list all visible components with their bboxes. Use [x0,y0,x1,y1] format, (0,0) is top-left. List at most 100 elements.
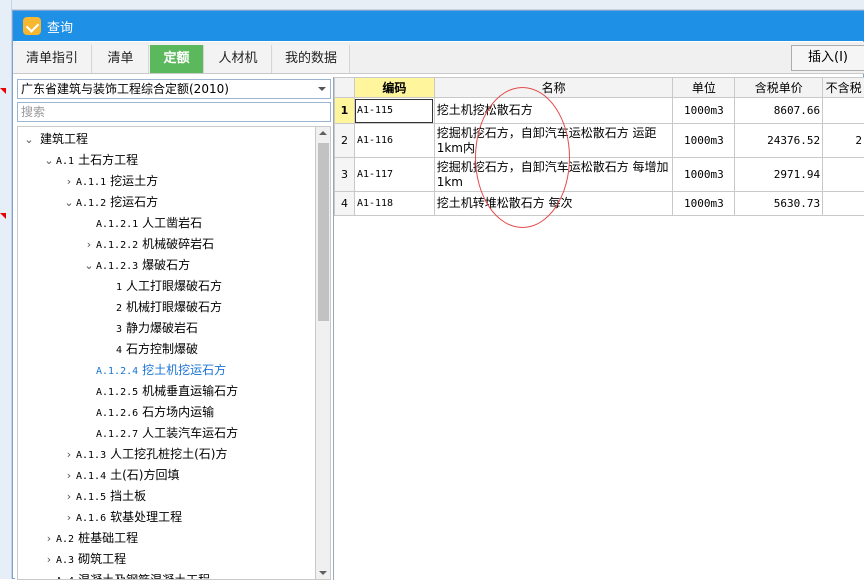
tree-node-code: 4 [116,345,122,356]
tree-node-label: 机械破碎岩石 [142,237,214,251]
row-price-ex-tax[interactable]: 2 [823,124,864,158]
tree-node[interactable]: A.1.2.7人工装汽车运石方 [82,423,238,444]
row-name[interactable]: 挖掘机挖石方，自卸汽车运松散石方 运距1km内 [434,124,673,158]
tree-node[interactable]: ›A.2桩基础工程 [42,528,138,549]
tree-node[interactable]: 3静力爆破岩石 [102,318,198,339]
chevron-right-icon[interactable]: › [62,486,76,507]
header-code[interactable]: 编码 [354,78,434,98]
tree-node-label: 静力爆破岩石 [126,321,198,335]
chevron-right-icon[interactable]: › [62,507,76,528]
tab-bill[interactable]: 清单 [93,45,149,73]
row-code[interactable]: A1-116 [354,124,434,158]
row-index[interactable]: 3 [335,158,355,192]
row-price[interactable]: 8607.66 [735,98,823,124]
tree-node[interactable]: ⌄A.1.2.3爆破石方 [82,255,190,276]
title-bar[interactable]: 查询 [13,11,864,41]
header-price[interactable]: 含税单价 [735,78,823,98]
tab-bill-guide[interactable]: 清单指引 [13,45,92,73]
quota-library-select[interactable]: 广东省建筑与装饰工程综合定额(2010) [17,79,331,99]
header-unit[interactable]: 单位 [673,78,735,98]
insert-button[interactable]: 插入(I) [791,45,864,71]
chevron-down-icon[interactable]: ⌄ [42,150,56,171]
tree-node-code: A.1.2.6 [96,408,138,419]
tree-node[interactable]: ⌄建筑工程 [22,129,88,150]
tab-my-data[interactable]: 我的数据 [273,45,350,73]
tree-node-label: 土石方工程 [78,153,138,167]
row-unit[interactable]: 1000m3 [673,98,735,124]
row-unit[interactable]: 1000m3 [673,124,735,158]
chevron-down-icon[interactable]: ⌄ [22,129,36,150]
tab-quota[interactable]: 定额 [150,45,204,73]
tree-node[interactable]: 1 人工打眼爆破石方 [102,276,222,297]
table-row[interactable]: 1A1-115挖土机挖松散石方1000m38607.66 [335,98,864,124]
search-input[interactable] [17,102,331,122]
chevron-right-icon[interactable]: › [62,465,76,486]
chevron-right-icon[interactable]: › [62,444,76,465]
tree-node-code: A.2 [56,534,74,545]
table-row[interactable]: 3A1-117挖掘机挖石方，自卸汽车运松散石方 每增加1km1000m32971… [335,158,864,192]
header-name[interactable]: 名称 [434,78,673,98]
tree-node[interactable]: ›A.1.2.2机械破碎岩石 [82,234,214,255]
tree-node[interactable]: ⌄A.1土石方工程 [42,150,138,171]
tab-bar: 清单指引 清单 定额 人材机 我的数据 插入(I) [13,42,864,74]
scroll-up-icon[interactable] [319,131,327,135]
row-price[interactable]: 24376.52 [735,124,823,158]
row-index[interactable]: 1 [335,98,355,124]
row-price-ex-tax[interactable] [823,98,864,124]
row-name[interactable]: 挖土机转堆松散石方 每次 [434,192,673,216]
tab-materials[interactable]: 人材机 [205,45,272,73]
row-code[interactable]: A1-118 [354,192,434,216]
quota-table: 编码 名称 单位 含税单价 不含税 1A1-115挖土机挖松散石方1000m38… [334,77,864,216]
chevron-down-icon[interactable] [318,87,326,91]
tree-node[interactable]: ›A.1.3人工挖孔桩挖土(石)方 [62,444,227,465]
row-code[interactable]: A1-117 [354,158,434,192]
row-code[interactable]: A1-115 [354,98,434,124]
tree-node[interactable]: ›A.1.1挖运土方 [62,171,158,192]
tree-node-label: 石方控制爆破 [126,342,198,356]
chevron-right-icon[interactable]: › [62,171,76,192]
tree-node[interactable]: ›A.3砌筑工程 [42,549,126,570]
table-row[interactable]: 4A1-118挖土机转堆松散石方 每次1000m35630.73 [335,192,864,216]
chevron-right-icon[interactable]: › [42,549,56,570]
tree-node[interactable]: 2机械打眼爆破石方 [102,297,222,318]
row-index[interactable]: 2 [335,124,355,158]
row-name[interactable]: 挖掘机挖石方，自卸汽车运松散石方 每增加1km [434,158,673,192]
chevron-right-icon[interactable]: › [42,528,56,549]
row-price[interactable]: 5630.73 [735,192,823,216]
header-price-ex-tax[interactable]: 不含税 [823,78,864,98]
scroll-thumb[interactable] [318,143,329,321]
quota-table-panel: 编码 名称 单位 含税单价 不含税 1A1-115挖土机挖松散石方1000m38… [333,77,864,580]
tree-node[interactable]: A.1.2.5机械垂直运输石方 [82,381,238,402]
chevron-down-icon[interactable]: ⌄ [82,255,96,276]
background-toolbar [0,0,864,10]
tree-node[interactable]: 4 石方控制爆破 [102,339,198,360]
tree-node-code: A.1.2.3 [96,261,138,272]
quota-tree: ⌄建筑工程⌄A.1土石方工程›A.1.1挖运土方⌄A.1.2挖运石方A.1.2.… [17,126,315,580]
chevron-down-icon[interactable]: ⌄ [62,192,76,213]
tree-node-code: 1 [116,282,122,293]
tree-node[interactable]: A.1.2.6石方场内运输 [82,402,214,423]
scroll-down-icon[interactable] [319,571,327,575]
row-price-ex-tax[interactable] [823,158,864,192]
table-row[interactable]: 2A1-116挖掘机挖石方，自卸汽车运松散石方 运距1km内1000m32437… [335,124,864,158]
left-panel: 广东省建筑与装饰工程综合定额(2010) ⌄建筑工程⌄A.1土石方工程›A.1.… [15,77,333,580]
tree-node[interactable]: ⌄A.1.2挖运石方 [62,192,158,213]
row-index[interactable]: 4 [335,192,355,216]
tree-node-label: 人工打眼爆破石方 [126,279,222,293]
row-price-ex-tax[interactable] [823,192,864,216]
tree-node[interactable]: ›A.1.5挡土板 [62,486,146,507]
tree-node[interactable]: ›A.1.6软基处理工程 [62,507,182,528]
tree-node[interactable]: A.1.2.1人工凿岩石 [82,213,202,234]
tree-node-label: 挖运土方 [110,174,158,188]
tree-scrollbar[interactable] [315,126,331,580]
row-name[interactable]: 挖土机挖松散石方 [434,98,673,124]
row-unit[interactable]: 1000m3 [673,158,735,192]
tree-node[interactable]: A.1.2.4挖土机挖运石方 [82,360,226,381]
tree-node[interactable]: ›A.1.4土(石)方回填 [62,465,179,486]
tree-node-label: 人工挖孔桩挖土(石)方 [110,447,227,461]
red-marker-icon [0,213,6,219]
header-index [335,78,355,98]
row-unit[interactable]: 1000m3 [673,192,735,216]
row-price[interactable]: 2971.94 [735,158,823,192]
chevron-right-icon[interactable]: › [82,234,96,255]
